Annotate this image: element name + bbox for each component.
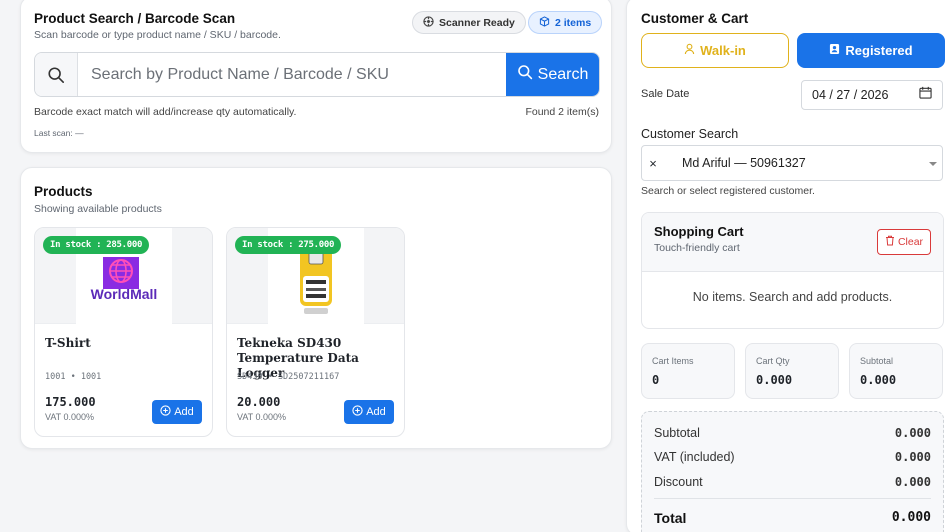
summary-row-vat: VAT (included) 0.000	[654, 450, 931, 464]
cart-subtotal-stat: Subtotal 0.000	[849, 343, 943, 399]
search-button-label: Search	[537, 65, 589, 83]
product-image: In stock : 275.000	[227, 228, 404, 324]
stat-value: 0	[652, 373, 660, 387]
cart-header: Shopping Cart Touch-friendly cart Clear	[642, 213, 943, 272]
add-button-label: Add	[174, 406, 194, 418]
plus-circle-icon	[352, 405, 363, 419]
scanner-icon	[423, 15, 434, 30]
person-icon	[684, 43, 695, 58]
cart-items-stat: Cart Items 0	[641, 343, 735, 399]
search-subtitle: Scan barcode or type product name / SKU …	[34, 29, 281, 41]
scanner-status-badge: Scanner Ready	[412, 11, 526, 34]
product-search-card: Product Search / Barcode Scan Scan barco…	[20, 0, 612, 153]
items-count-text: 2 items	[555, 16, 592, 29]
product-vat: VAT 0.000%	[45, 412, 95, 422]
walk-in-label: Walk-in	[700, 43, 746, 58]
registered-label: Registered	[845, 43, 913, 58]
customer-cart-panel: Customer & Cart Walk-in Registered Sale …	[626, 0, 952, 532]
search-icon	[35, 53, 78, 96]
scanner-status-text: Scanner Ready	[439, 16, 515, 29]
clear-cart-button[interactable]: Clear	[877, 229, 931, 255]
cart-title: Shopping Cart	[654, 224, 744, 239]
stat-value: 0.000	[860, 373, 897, 387]
calendar-icon[interactable]	[919, 86, 932, 104]
product-image: WorldMall In stock : 285.000	[35, 228, 212, 324]
summary-row-total: Total 0.000	[654, 510, 931, 526]
trash-icon	[885, 235, 895, 249]
summary-divider	[654, 498, 931, 499]
product-sku: SD430 • SD2507211167	[237, 372, 340, 382]
product-sku: 1001 • 1001	[45, 372, 102, 382]
cart-empty-text: No items. Search and add products.	[692, 290, 893, 304]
product-price: 20.000	[237, 395, 281, 409]
selected-customer: Md Ariful — 50961327	[682, 156, 806, 170]
stat-label: Cart Qty	[756, 356, 790, 366]
registered-button[interactable]: Registered	[797, 33, 945, 68]
total-label: Total	[654, 510, 687, 526]
add-button-label: Add	[366, 406, 386, 418]
last-scan: Last scan: —	[34, 128, 84, 138]
items-count-badge: 2 items	[528, 11, 603, 34]
barcode-hint: Barcode exact match will add/increase qt…	[34, 106, 297, 118]
sale-date-value: 04 / 27 / 2026	[812, 88, 889, 102]
add-to-cart-button[interactable]: Add	[344, 400, 394, 424]
product-name: T-Shirt	[45, 336, 91, 350]
summary-value: 0.000	[894, 426, 931, 440]
search-button-icon	[517, 64, 533, 85]
customer-search-hint: Search or select registered customer.	[641, 185, 815, 197]
worldmall-logo-text: WorldMall	[91, 286, 158, 302]
cart-subtitle: Touch-friendly cart	[654, 242, 740, 254]
summary-row-subtotal: Subtotal 0.000	[654, 426, 931, 440]
cart-summary: Subtotal 0.000 VAT (included) 0.000 Disc…	[641, 411, 944, 532]
customer-select[interactable]: × Md Ariful — 50961327	[641, 145, 943, 181]
found-count: Found 2 item(s)	[525, 106, 599, 118]
search-bar: Search	[34, 52, 600, 97]
add-to-cart-button[interactable]: Add	[152, 400, 202, 424]
plus-circle-icon	[160, 405, 171, 419]
summary-row-discount: Discount 0.000	[654, 475, 931, 489]
customer-title: Customer & Cart	[641, 11, 749, 26]
search-button[interactable]: Search	[506, 53, 599, 96]
summary-value: 0.000	[894, 475, 931, 489]
product-vat: VAT 0.000%	[237, 412, 287, 422]
clear-label: Clear	[897, 236, 924, 248]
products-card: Products Showing available products Worl…	[20, 167, 612, 449]
product-card[interactable]: WorldMall In stock : 285.000 T-Shirt 100…	[34, 227, 213, 437]
cart-qty-stat: Cart Qty 0.000	[745, 343, 839, 399]
total-value: 0.000	[891, 510, 931, 525]
stat-label: Subtotal	[860, 356, 894, 366]
product-price: 175.000	[45, 395, 96, 409]
sale-date-label: Sale Date	[641, 88, 690, 100]
stat-value: 0.000	[756, 373, 793, 387]
clear-customer-x[interactable]: ×	[644, 156, 662, 171]
summary-label: Subtotal	[654, 426, 700, 440]
box-icon	[539, 15, 550, 30]
customer-search-label: Customer Search	[641, 127, 739, 141]
dropdown-caret-icon[interactable]	[929, 156, 937, 170]
id-card-icon	[829, 43, 840, 58]
summary-value: 0.000	[894, 450, 931, 464]
stock-badge: In stock : 275.000	[235, 236, 342, 254]
stat-label: Cart Items	[652, 356, 694, 366]
sale-date-input[interactable]: 04 / 27 / 2026	[801, 80, 943, 110]
stock-badge: In stock : 285.000	[43, 236, 150, 254]
summary-label: VAT (included)	[654, 450, 735, 464]
search-input[interactable]	[78, 53, 506, 96]
products-title: Products	[34, 184, 93, 199]
search-title: Product Search / Barcode Scan	[34, 11, 236, 26]
shopping-cart-box: Shopping Cart Touch-friendly cart Clear …	[641, 212, 944, 329]
walk-in-button[interactable]: Walk-in	[641, 33, 789, 68]
product-card[interactable]: In stock : 275.000 Tekneka SD430 Tempera…	[226, 227, 405, 437]
summary-label: Discount	[654, 475, 703, 489]
products-subtitle: Showing available products	[34, 203, 162, 215]
